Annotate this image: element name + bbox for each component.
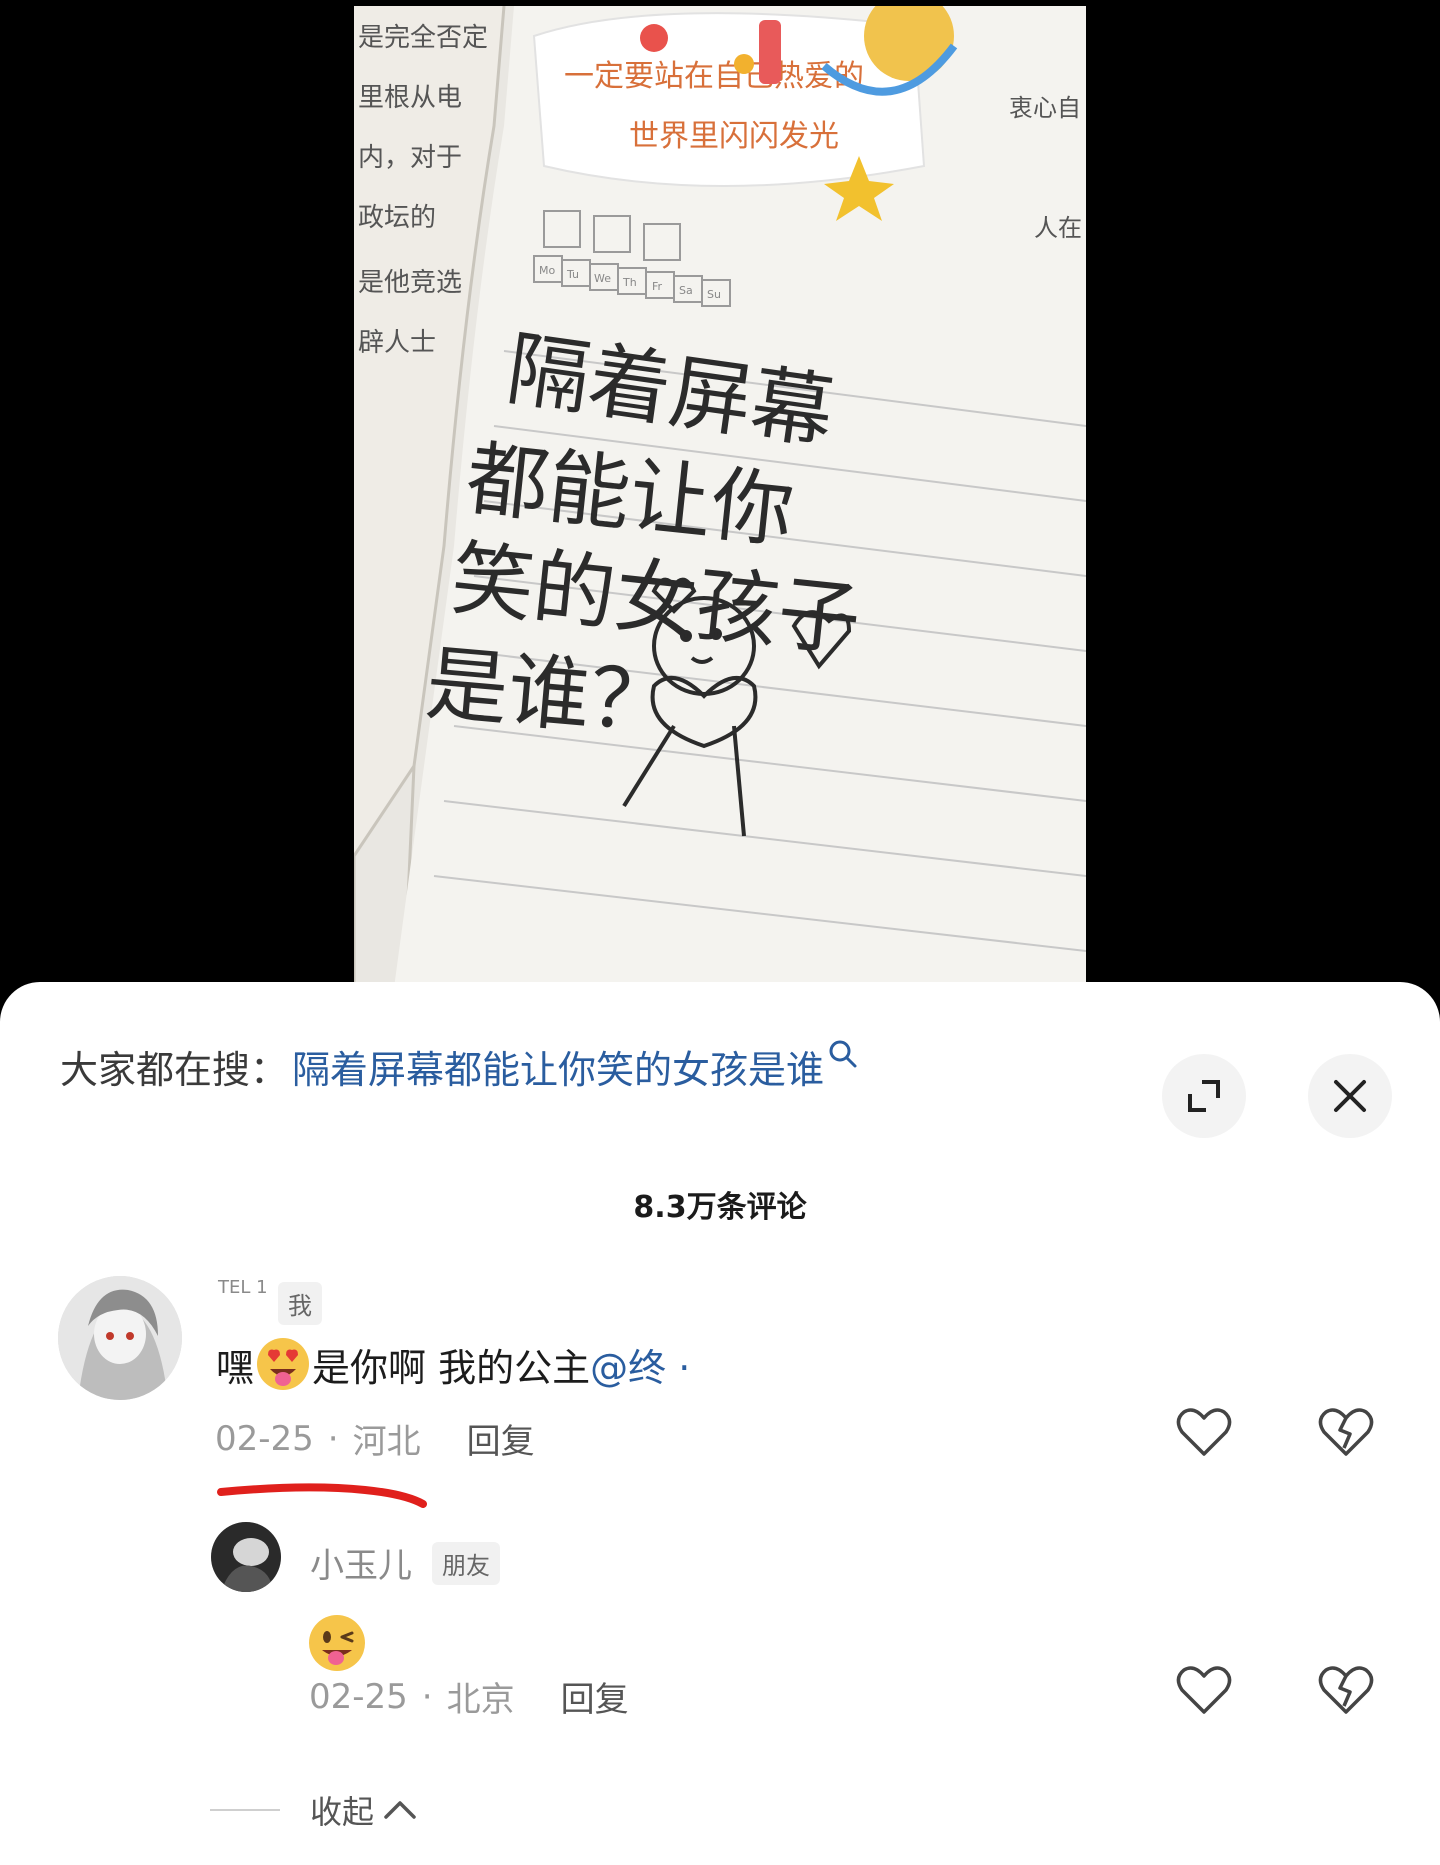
- comment-panel: 大家都在搜： 隔着屏幕都能让你笑的女孩是谁 8.3万条评论 TEL 1 我 嘿 …: [0, 982, 1440, 1865]
- comment-username[interactable]: TEL 1: [218, 1277, 268, 1298]
- svg-text:辟人士: 辟人士: [358, 328, 436, 358]
- anime-avatar-image: [58, 1276, 182, 1400]
- like-heart-icon[interactable]: [1174, 1402, 1234, 1462]
- svg-text:Su: Su: [707, 288, 721, 301]
- video-area[interactable]: 是完全否定 里根从电 内，对于 政坛的 是他竞选 辟人士 衷心自 人在 一定要站…: [0, 0, 1440, 990]
- close-icon: [1334, 1080, 1366, 1112]
- svg-text:Fr: Fr: [652, 280, 663, 293]
- notebook-photo: 是完全否定 里根从电 内，对于 政坛的 是他竞选 辟人士 衷心自 人在 一定要站…: [354, 6, 1086, 988]
- search-icon[interactable]: [828, 1039, 858, 1075]
- comment-meta: 02-25 · 河北 回复: [215, 1414, 535, 1463]
- reply-like-heart-icon[interactable]: [1174, 1660, 1234, 1720]
- chevron-up-icon: [384, 1801, 416, 1819]
- svg-text:We: We: [594, 272, 611, 285]
- comment-date: 02-25: [215, 1418, 314, 1459]
- svg-text:Sa: Sa: [679, 284, 693, 297]
- expand-icon: [1188, 1080, 1220, 1112]
- svg-text:一定要站在自己热爱的: 一定要站在自己热爱的: [564, 59, 864, 94]
- search-query-link[interactable]: 隔着屏幕都能让你笑的女孩是谁: [292, 1039, 824, 1094]
- svg-text:是完全否定: 是完全否定: [358, 23, 488, 53]
- comment-text: 嘿 是你啊 我的公主 @终 ·: [216, 1335, 690, 1393]
- svg-text:人在: 人在: [1034, 214, 1082, 242]
- svg-text:里根从电: 里根从电: [358, 83, 462, 113]
- reply-reply-button[interactable]: 回复: [561, 1672, 629, 1721]
- svg-text:是他竞选: 是他竞选: [358, 268, 462, 298]
- svg-text:Mo: Mo: [539, 264, 555, 277]
- friend-tag: 朋友: [432, 1542, 500, 1585]
- svg-text:政坛的: 政坛的: [358, 203, 436, 233]
- reply-location: 北京: [446, 1680, 515, 1720]
- collapse-replies-button[interactable]: 收起: [210, 1787, 418, 1833]
- red-underline-annotation: [217, 1483, 427, 1508]
- svg-text:世界里闪闪发光: 世界里闪闪发光: [629, 119, 839, 154]
- reply-button[interactable]: 回复: [467, 1414, 535, 1463]
- close-button[interactable]: [1308, 1054, 1392, 1138]
- reply-meta: 02-25 · 北京 回复: [309, 1672, 629, 1721]
- reply-avatar[interactable]: [211, 1522, 281, 1592]
- svg-text:衷心自: 衷心自: [1009, 94, 1081, 122]
- reply-dislike-broken-heart-icon[interactable]: [1316, 1660, 1376, 1720]
- video-frame[interactable]: 是完全否定 里根从电 内，对于 政坛的 是他竞选 辟人士 衷心自 人在 一定要站…: [354, 6, 1086, 988]
- divider: [210, 1809, 280, 1811]
- reply-avatar-image: [211, 1522, 281, 1592]
- search-prefix-label: 大家都在搜：: [60, 1047, 289, 1092]
- author-tag: 我: [278, 1282, 322, 1325]
- expand-button[interactable]: [1162, 1054, 1246, 1138]
- avatar[interactable]: [58, 1276, 182, 1400]
- collapse-label: 收起: [310, 1793, 375, 1831]
- dislike-broken-heart-icon[interactable]: [1316, 1402, 1376, 1462]
- heart-eyes-tongue-emoji: [257, 1338, 310, 1390]
- wink-tongue-emoji: [309, 1615, 365, 1671]
- comment-count: 8.3万条评论: [633, 1190, 807, 1225]
- reply-date: 02-25: [309, 1676, 408, 1717]
- comment-location: 河北: [352, 1422, 421, 1462]
- mention-link[interactable]: @终 ·: [590, 1337, 690, 1392]
- svg-text:Tu: Tu: [566, 268, 579, 281]
- svg-text:Th: Th: [622, 276, 637, 289]
- svg-text:内，对于: 内，对于: [358, 143, 462, 173]
- reply-username[interactable]: 小玉儿: [310, 1538, 412, 1587]
